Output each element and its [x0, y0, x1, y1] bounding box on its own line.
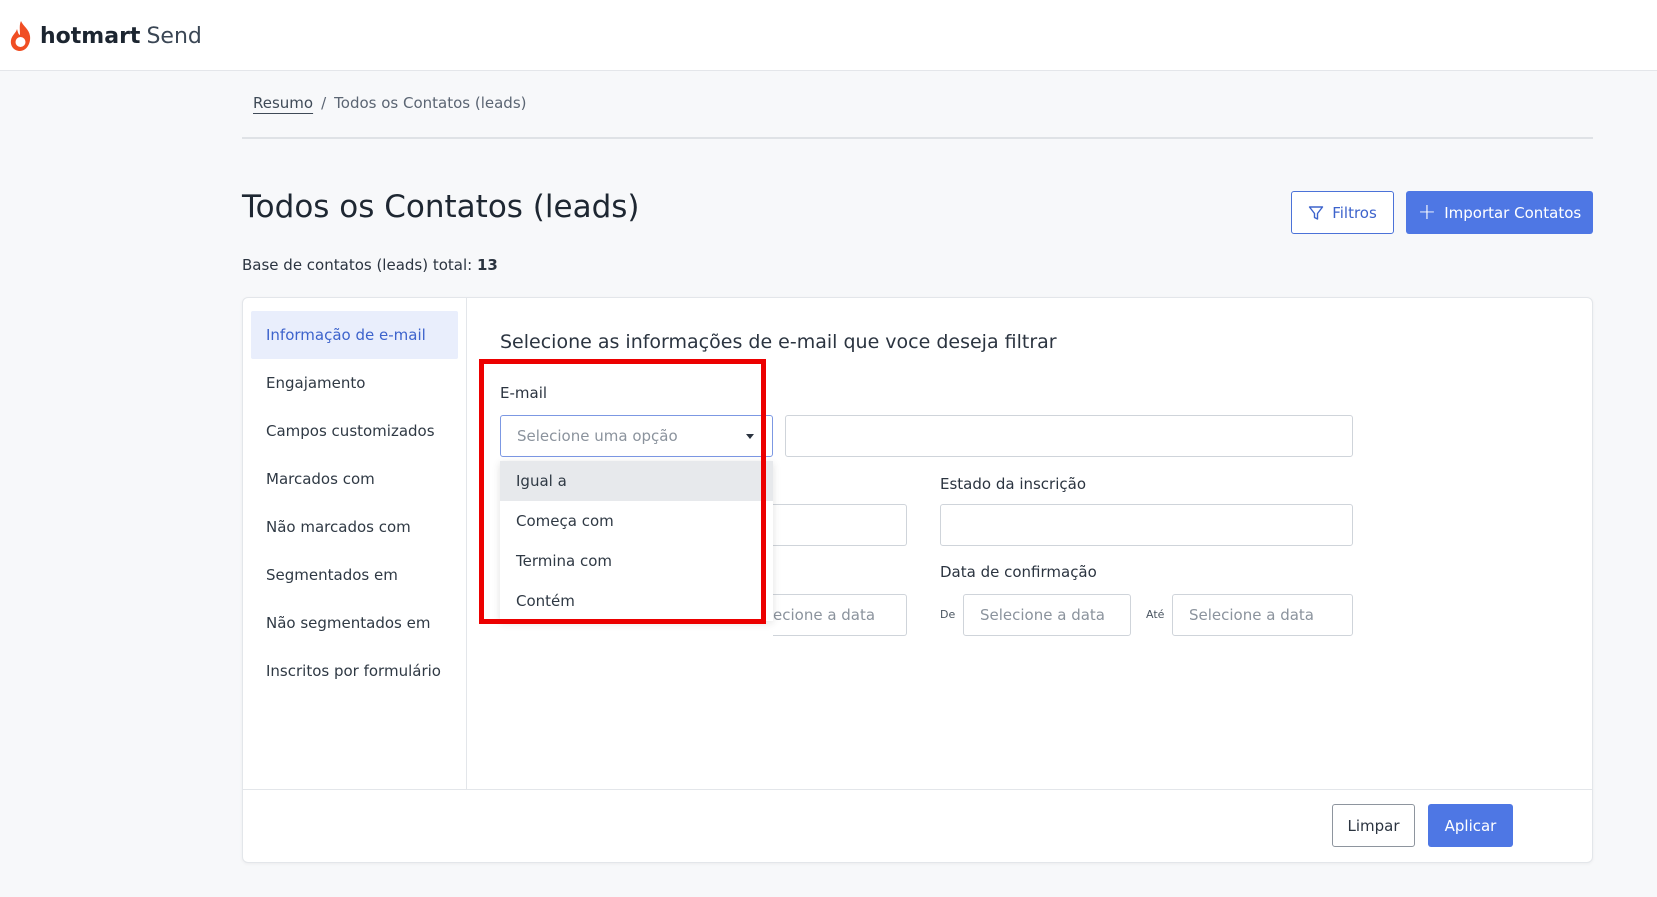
to-label: Até [1146, 608, 1165, 621]
import-contacts-label: Importar Contatos [1444, 203, 1582, 222]
sidebar-item-not-tagged-with[interactable]: Não marcados com [251, 503, 458, 551]
import-contacts-button[interactable]: + Importar Contatos [1406, 191, 1593, 234]
contacts-total: Base de contatos (leads) total: 13 [242, 256, 498, 274]
panel-footer-divider [243, 789, 1592, 790]
filters-button[interactable]: Filtros [1291, 191, 1394, 234]
hotmart-send-logo[interactable]: hotmart Send [8, 20, 202, 52]
clear-button[interactable]: Limpar [1332, 804, 1415, 847]
sidebar-item-not-segmented-in[interactable]: Não segmentados em [251, 599, 458, 647]
top-bar: hotmart Send [0, 0, 1657, 71]
filters-button-label: Filtros [1332, 203, 1377, 222]
caret-down-icon [746, 434, 754, 439]
plus-icon: + [1417, 199, 1437, 225]
flame-icon [10, 21, 31, 51]
contacts-total-label: Base de contatos (leads) total: [242, 256, 473, 274]
page-title: Todos os Contatos (leads) [242, 189, 640, 225]
confirmation-date-label: Data de confirmação [940, 563, 1097, 581]
breadcrumb-current: Todos os Contatos (leads) [334, 94, 527, 112]
option-ends-with[interactable]: Termina com [500, 541, 773, 581]
breadcrumb: Resumo / Todos os Contatos (leads) [253, 94, 527, 112]
option-starts-with[interactable]: Começa com [500, 501, 773, 541]
sidebar-item-email-info[interactable]: Informação de e-mail [251, 311, 458, 359]
option-contains[interactable]: Contém [500, 581, 773, 621]
contacts-total-value: 13 [477, 256, 498, 274]
breadcrumb-separator: / [321, 94, 327, 112]
subscription-state-label: Estado da inscrição [940, 475, 1087, 493]
apply-button[interactable]: Aplicar [1428, 804, 1513, 847]
from-label: De [940, 608, 956, 621]
confirmation-date-to-input[interactable]: Selecione a data [1172, 594, 1353, 636]
email-condition-select[interactable]: Selecione uma opção [500, 415, 773, 457]
filters-panel: Informação de e-mail Engajamento Campos … [242, 297, 1593, 863]
email-condition-dropdown: Igual a Começa com Termina com Contém [500, 461, 773, 621]
email-label: E-mail [500, 384, 548, 402]
email-value-input[interactable] [785, 415, 1353, 457]
sidebar-item-tagged-with[interactable]: Marcados com [251, 455, 458, 503]
sidebar-item-segmented-in[interactable]: Segmentados em [251, 551, 458, 599]
sidebar-item-subscribed-by-form[interactable]: Inscritos por formulário [251, 647, 458, 695]
email-condition-placeholder: Selecione uma opção [517, 427, 678, 445]
filter-category-sidebar: Informação de e-mail Engajamento Campos … [243, 298, 467, 789]
sidebar-item-custom-fields[interactable]: Campos customizados [251, 407, 458, 455]
filter-icon [1309, 205, 1324, 220]
hidden-field-input[interactable] [773, 504, 907, 546]
date-to-input-partial[interactable]: ecione a data [773, 594, 907, 636]
option-equal-to[interactable]: Igual a [500, 461, 773, 501]
breadcrumb-resumo-link[interactable]: Resumo [253, 94, 313, 112]
filter-section-heading: Selecione as informações de e-mail que v… [500, 331, 1057, 353]
brand-name: hotmart Send [40, 23, 202, 49]
confirmation-date-from-input[interactable]: Selecione a data [963, 594, 1131, 636]
subscription-state-input[interactable] [940, 504, 1353, 546]
sidebar-item-engagement[interactable]: Engajamento [251, 359, 458, 407]
header-divider [242, 137, 1593, 139]
